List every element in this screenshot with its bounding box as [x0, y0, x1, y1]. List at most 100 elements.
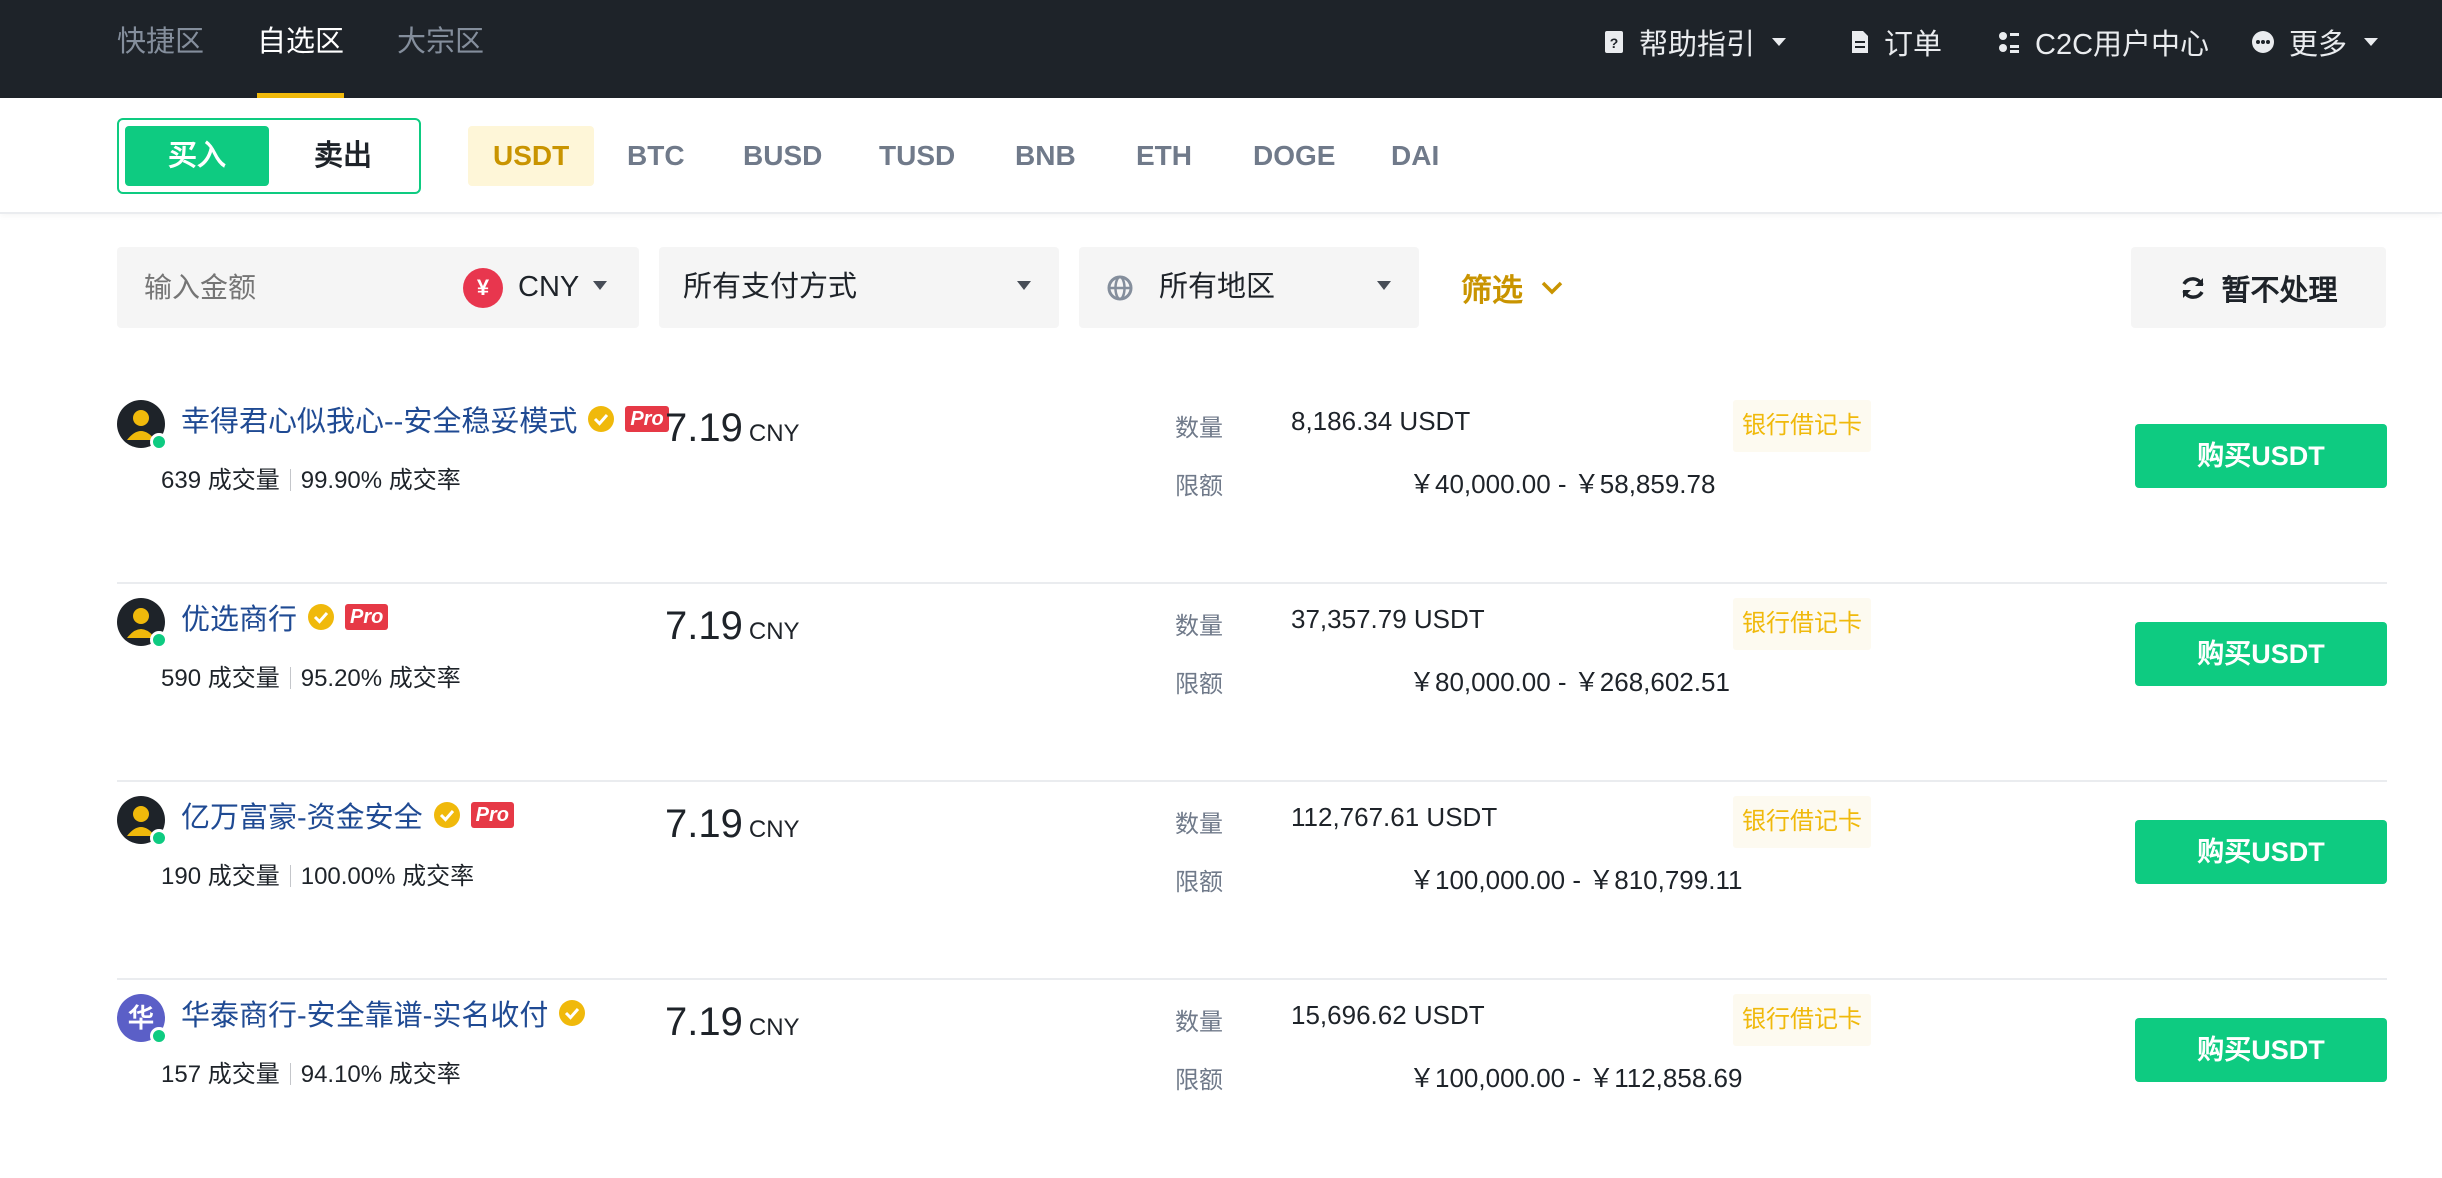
coin-tab-btc[interactable]: BTC [627, 126, 685, 186]
buy-tab[interactable]: 买入 [125, 126, 269, 186]
currency-select[interactable]: ¥ CNY [463, 247, 623, 328]
completion-rate: 94.10% [300, 1061, 383, 1088]
stats-divider [289, 1063, 291, 1085]
c2c-user-center-link[interactable]: C2C用户中心 [1997, 0, 2209, 84]
order-document-icon [1852, 31, 1868, 53]
price-currency: CNY [748, 816, 800, 843]
more-menu[interactable]: 更多 [2251, 0, 2379, 84]
payment-method-select[interactable]: 所有支付方式 [659, 247, 1059, 328]
verified-badge-icon [433, 802, 460, 828]
merchant-name-link[interactable]: 幸得君心似我心--安全稳妥模式 Pro [181, 398, 669, 440]
tab-express-zone[interactable]: 自选区 [257, 0, 345, 98]
currency-value: CNY [518, 271, 580, 303]
price-value: 7.19 [665, 604, 743, 648]
payment-method-tag: 银行借记卡 [1733, 994, 1871, 1046]
merchant-avatar[interactable] [117, 400, 168, 451]
coin-tab-eth[interactable]: ETH [1136, 126, 1192, 186]
limit-label: 限额 [1175, 473, 1223, 500]
trade-subheader: 买入 卖出 USDT BTC BUSD TUSD BNB ETH DOGE DA… [0, 98, 2442, 214]
merchant-name: 华泰商行-安全靠谱-实名收付 [181, 1000, 549, 1032]
stats-divider [289, 667, 291, 689]
completion-rate-label: 成交率 [402, 863, 475, 890]
filter-label: 筛选 [1461, 273, 1523, 308]
price-value: 7.19 [665, 406, 743, 450]
payment-method-tag: 银行借记卡 [1733, 400, 1871, 452]
limit-value: ￥40,000.00 - ￥58,859.78 [1409, 469, 1716, 499]
trade-count-label: 成交量 [207, 665, 280, 692]
ad-price: 7.19 CNY [665, 802, 800, 847]
yuan-currency-icon: ¥ [463, 268, 503, 308]
merchant-name-link[interactable]: 华泰商行-安全靠谱-实名收付 [181, 992, 586, 1034]
ad-price: 7.19 CNY [665, 1000, 800, 1045]
ad-price: 7.19 CNY [665, 604, 800, 649]
svg-text:?: ? [1610, 35, 1619, 51]
quantity-label: 数量 [1175, 613, 1223, 640]
price-currency: CNY [748, 1014, 800, 1041]
completion-rate: 95.20% [300, 665, 383, 692]
more-dots-icon [2252, 31, 2274, 53]
chevron-down-icon [1772, 38, 1787, 46]
merchant-stats: 639 成交量 99.90% 成交率 [161, 460, 461, 495]
completion-rate: 99.90% [300, 467, 383, 494]
refresh-label: 暂不处理 [2221, 274, 2338, 307]
buy-usdt-button[interactable]: 购买USDT [2135, 820, 2387, 884]
online-status-dot [150, 631, 168, 649]
merchant-stats: 157 成交量 94.10% 成交率 [161, 1054, 461, 1089]
pro-merchant-badge: Pro [345, 604, 389, 630]
ad-row: 华 华泰商行-安全靠谱-实名收付 157 成交量 94.10% 成交率 7.19 C… [117, 980, 2387, 1178]
trade-count-label: 成交量 [207, 1061, 280, 1088]
merchant-avatar[interactable] [117, 598, 168, 649]
completion-rate: 100.00% [300, 863, 396, 890]
price-value: 7.19 [665, 1000, 743, 1044]
coin-tab-bnb[interactable]: BNB [1015, 126, 1076, 186]
quantity-label: 数量 [1175, 415, 1223, 442]
trade-count: 639 [161, 467, 202, 494]
quantity-value: 37,357.79 USDT [1291, 604, 1485, 634]
coin-tab-usdt[interactable]: USDT [468, 126, 595, 186]
quantity-label: 数量 [1175, 811, 1223, 838]
amount-filter: ¥ CNY [117, 247, 639, 328]
user-center-icon [1999, 32, 2019, 53]
merchant-name: 优选商行 [181, 604, 298, 636]
orders-link[interactable]: 订单 [1850, 0, 1942, 84]
ad-price: 7.19 CNY [665, 406, 800, 451]
tab-block-zone[interactable]: 大宗区 [397, 0, 484, 98]
tab-quick-zone[interactable]: 快捷区 [117, 0, 204, 98]
merchant-avatar[interactable] [117, 796, 168, 847]
amount-input[interactable] [117, 247, 447, 328]
stats-divider [289, 865, 291, 887]
refresh-button[interactable]: 暂不处理 [2131, 247, 2386, 328]
limit-value: ￥100,000.00 - ￥112,858.69 [1409, 1063, 1743, 1093]
filter-toggle[interactable]: 筛选 [1461, 247, 1563, 328]
chevron-down-icon [1377, 281, 1391, 290]
coin-tab-busd[interactable]: BUSD [743, 126, 822, 186]
completion-rate-label: 成交率 [388, 467, 461, 494]
help-book-icon: ? [1605, 31, 1623, 53]
payment-method-tag: 银行借记卡 [1733, 598, 1871, 650]
buy-usdt-button[interactable]: 购买USDT [2135, 622, 2387, 686]
coin-tab-tusd[interactable]: TUSD [879, 126, 955, 186]
sell-tab[interactable]: 卖出 [271, 126, 415, 186]
region-select[interactable]: 所有地区 [1079, 247, 1419, 328]
globe-icon [1107, 275, 1133, 301]
merchant-name: 幸得君心似我心--安全稳妥模式 [181, 406, 578, 438]
merchant-stats: 190 成交量 100.00% 成交率 [161, 856, 474, 891]
online-status-dot [150, 829, 168, 847]
buy-usdt-button[interactable]: 购买USDT [2135, 1018, 2387, 1082]
quantity-value: 8,186.34 USDT [1291, 406, 1471, 436]
help-guide-menu[interactable]: ? 帮助指引 [1603, 0, 1787, 84]
help-guide-label: 帮助指引 [1639, 29, 1756, 61]
limit-value: ￥80,000.00 - ￥268,602.51 [1409, 667, 1730, 697]
merchant-stats: 590 成交量 95.20% 成交率 [161, 658, 461, 693]
coin-tab-doge[interactable]: DOGE [1253, 126, 1335, 186]
buy-usdt-button[interactable]: 购买USDT [2135, 424, 2387, 488]
limit-label: 限额 [1175, 1067, 1223, 1094]
refresh-icon [2182, 276, 2205, 299]
ad-row: 亿万富豪-资金安全 Pro 190 成交量 100.00% 成交率 7.19 CNY… [117, 782, 2387, 980]
ad-row: 优选商行 Pro 590 成交量 95.20% 成交率 7.19 CNY 数量 37… [117, 584, 2387, 782]
coin-tab-dai[interactable]: DAI [1391, 126, 1439, 186]
payment-method-value: 所有支付方式 [683, 271, 858, 303]
region-value: 所有地区 [1159, 271, 1276, 303]
merchant-name-link[interactable]: 优选商行 Pro [181, 596, 389, 638]
merchant-name-link[interactable]: 亿万富豪-资金安全 Pro [181, 794, 515, 836]
